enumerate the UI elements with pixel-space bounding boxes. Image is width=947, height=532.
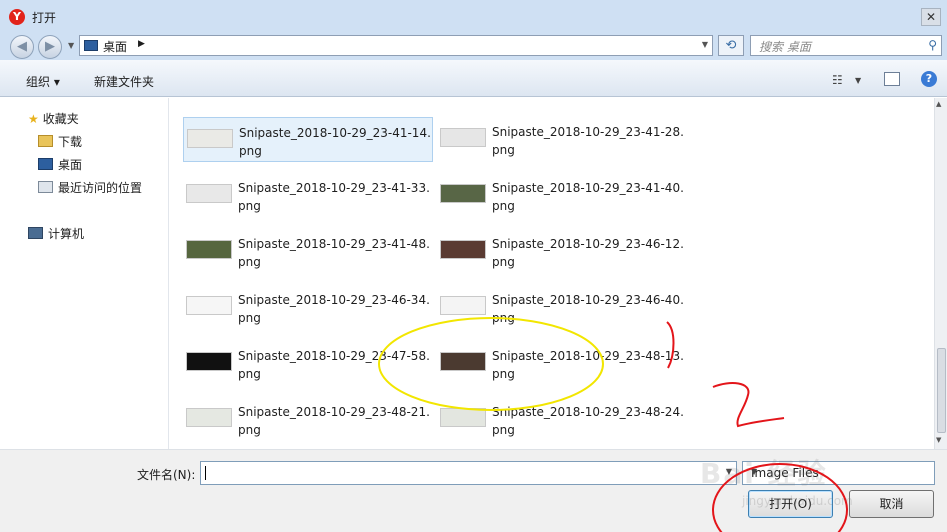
recent-places-icon bbox=[38, 181, 53, 193]
close-button[interactable]: ✕ bbox=[921, 8, 941, 26]
search-icon[interactable]: ⚲ bbox=[928, 38, 937, 52]
address-path[interactable]: 桌面 bbox=[103, 38, 127, 55]
sidebar-item-label: 最近访问的位置 bbox=[58, 181, 143, 195]
address-dropdown-icon[interactable]: ▼ bbox=[702, 40, 708, 49]
sidebar-item-downloads[interactable]: 下载 bbox=[38, 133, 82, 150]
back-button[interactable]: ◀ bbox=[10, 35, 34, 59]
filename-label: 文件名(N): bbox=[137, 468, 196, 482]
file-list-item[interactable]: Snipaste_2018-10-29_23-48-24. png bbox=[437, 397, 687, 442]
file-list-item[interactable]: Snipaste_2018-10-29_23-48-21. png bbox=[183, 397, 433, 442]
help-button[interactable]: ? bbox=[921, 71, 937, 87]
address-bar[interactable]: 桌面 ▶ ▼ bbox=[79, 35, 713, 56]
preview-pane-icon[interactable] bbox=[884, 72, 900, 86]
sidebar-item-favorites[interactable]: ★ 收藏夹 bbox=[28, 110, 79, 127]
star-icon: ★ bbox=[28, 112, 39, 126]
scroll-thumb[interactable] bbox=[937, 348, 946, 433]
filename-input[interactable]: ▼ bbox=[200, 461, 737, 485]
file-thumbnail bbox=[440, 184, 486, 203]
file-name: Snipaste_2018-10-29_23-41-14. png bbox=[239, 126, 431, 158]
file-list-item[interactable]: Snipaste_2018-10-29_23-47-58. png bbox=[183, 341, 433, 386]
file-list: png png Snipaste_2018-10-29_23-41-14. pn… bbox=[170, 98, 934, 449]
desktop-icon bbox=[84, 40, 98, 51]
file-name: Snipaste_2018-10-29_23-47-58. png bbox=[238, 349, 430, 381]
sidebar-item-label: 下载 bbox=[58, 135, 83, 149]
scroll-down-icon[interactable]: ▼ bbox=[936, 436, 941, 444]
navigation-pane: ★ 收藏夹 下载 桌面 最近访问的位置 计算机 bbox=[0, 98, 169, 449]
text-caret bbox=[205, 466, 206, 480]
change-view-icon[interactable]: ☷ bbox=[832, 73, 843, 87]
file-name: Snipaste_2018-10-29_23-41-28. png bbox=[492, 125, 684, 157]
sidebar-item-recent-places[interactable]: 最近访问的位置 bbox=[38, 179, 142, 196]
file-name: Snipaste_2018-10-29_23-41-48. png bbox=[238, 237, 430, 269]
breadcrumb-chevron-icon[interactable]: ▶ bbox=[138, 39, 145, 49]
file-list-item[interactable]: Snipaste_2018-10-29_23-41-33. png bbox=[183, 173, 433, 218]
file-list-item[interactable]: Snipaste_2018-10-29_23-41-48. png bbox=[183, 229, 433, 274]
file-list-item[interactable]: Snipaste_2018-10-29_23-41-40. png bbox=[437, 173, 687, 218]
file-name: Snipaste_2018-10-29_23-48-21. png bbox=[238, 405, 430, 437]
file-thumbnail bbox=[440, 408, 486, 427]
sidebar-item-label: 桌面 bbox=[58, 158, 83, 172]
recent-locations-dropdown-icon[interactable]: ▼ bbox=[68, 41, 74, 50]
file-name: Snipaste_2018-10-29_23-46-34. png bbox=[238, 293, 430, 325]
search-placeholder: 搜索 桌面 bbox=[759, 40, 811, 54]
scroll-up-icon[interactable]: ▲ bbox=[936, 100, 941, 108]
desktop-icon bbox=[38, 158, 53, 170]
file-thumbnail bbox=[186, 184, 232, 203]
vertical-scrollbar[interactable]: ▲ ▼ bbox=[934, 98, 947, 449]
yandex-browser-icon: Y bbox=[9, 9, 25, 25]
downloads-folder-icon bbox=[38, 135, 53, 147]
sidebar-item-desktop[interactable]: 桌面 bbox=[38, 156, 82, 173]
file-name: Snipaste_2018-10-29_23-41-33. png bbox=[238, 181, 430, 213]
file-list-item[interactable]: Snipaste_2018-10-29_23-48-13. png bbox=[437, 341, 687, 386]
file-type-dropdown-icon[interactable]: ▼ bbox=[751, 467, 928, 476]
file-name: Snipaste_2018-10-29_23-48-13. png bbox=[492, 349, 684, 381]
sidebar-item-label: 计算机 bbox=[48, 227, 85, 241]
file-list-item[interactable]: Snipaste_2018-10-29_23-46-34. png bbox=[183, 285, 433, 330]
refresh-button[interactable]: ⟲ bbox=[718, 35, 744, 56]
file-thumbnail bbox=[440, 296, 486, 315]
view-options-dropdown-icon[interactable]: ▼ bbox=[855, 76, 861, 85]
file-type-select[interactable]: Image Files ▼ bbox=[742, 461, 935, 485]
file-list-item[interactable]: Snipaste_2018-10-29_23-41-14. png bbox=[183, 117, 433, 162]
file-list-item[interactable]: Snipaste_2018-10-29_23-46-12. png bbox=[437, 229, 687, 274]
file-thumbnail bbox=[186, 352, 232, 371]
dialog-footer: 文件名(N): ▼ Image Files ▼ 打开(O) 取消 bbox=[0, 449, 947, 532]
computer-icon bbox=[28, 227, 43, 239]
sidebar-item-label: 收藏夹 bbox=[42, 112, 79, 126]
cancel-button[interactable]: 取消 bbox=[849, 490, 934, 518]
file-thumbnail bbox=[440, 240, 486, 259]
file-list-item[interactable]: Snipaste_2018-10-29_23-41-28. png bbox=[437, 117, 687, 162]
file-thumbnail bbox=[440, 128, 486, 147]
filename-dropdown-icon[interactable]: ▼ bbox=[726, 467, 732, 476]
file-name: Snipaste_2018-10-29_23-48-24. png bbox=[492, 405, 684, 437]
new-folder-button[interactable]: 新建文件夹 bbox=[94, 73, 154, 90]
sidebar-item-computer[interactable]: 计算机 bbox=[28, 225, 84, 242]
search-input[interactable]: 搜索 桌面 ⚲ bbox=[750, 35, 942, 56]
file-thumbnail bbox=[440, 352, 486, 371]
open-button[interactable]: 打开(O) bbox=[748, 490, 833, 518]
forward-button[interactable]: ▶ bbox=[38, 35, 62, 59]
file-list-item[interactable]: Snipaste_2018-10-29_23-46-40. png bbox=[437, 285, 687, 330]
command-toolbar: 组织 ▾ 新建文件夹 ☷ ▼ bbox=[0, 60, 947, 97]
file-thumbnail bbox=[186, 240, 232, 259]
file-thumbnail bbox=[186, 408, 232, 427]
file-thumbnail bbox=[187, 129, 233, 148]
file-name: Snipaste_2018-10-29_23-41-40. png bbox=[492, 181, 684, 213]
file-name: Snipaste_2018-10-29_23-46-12. png bbox=[492, 237, 684, 269]
window-title: 打开 bbox=[32, 11, 57, 25]
organize-button[interactable]: 组织 ▾ bbox=[26, 73, 60, 90]
title-bar: Y 打开 ✕ bbox=[0, 0, 947, 32]
file-name: Snipaste_2018-10-29_23-46-40. png bbox=[492, 293, 684, 325]
file-thumbnail bbox=[186, 296, 232, 315]
